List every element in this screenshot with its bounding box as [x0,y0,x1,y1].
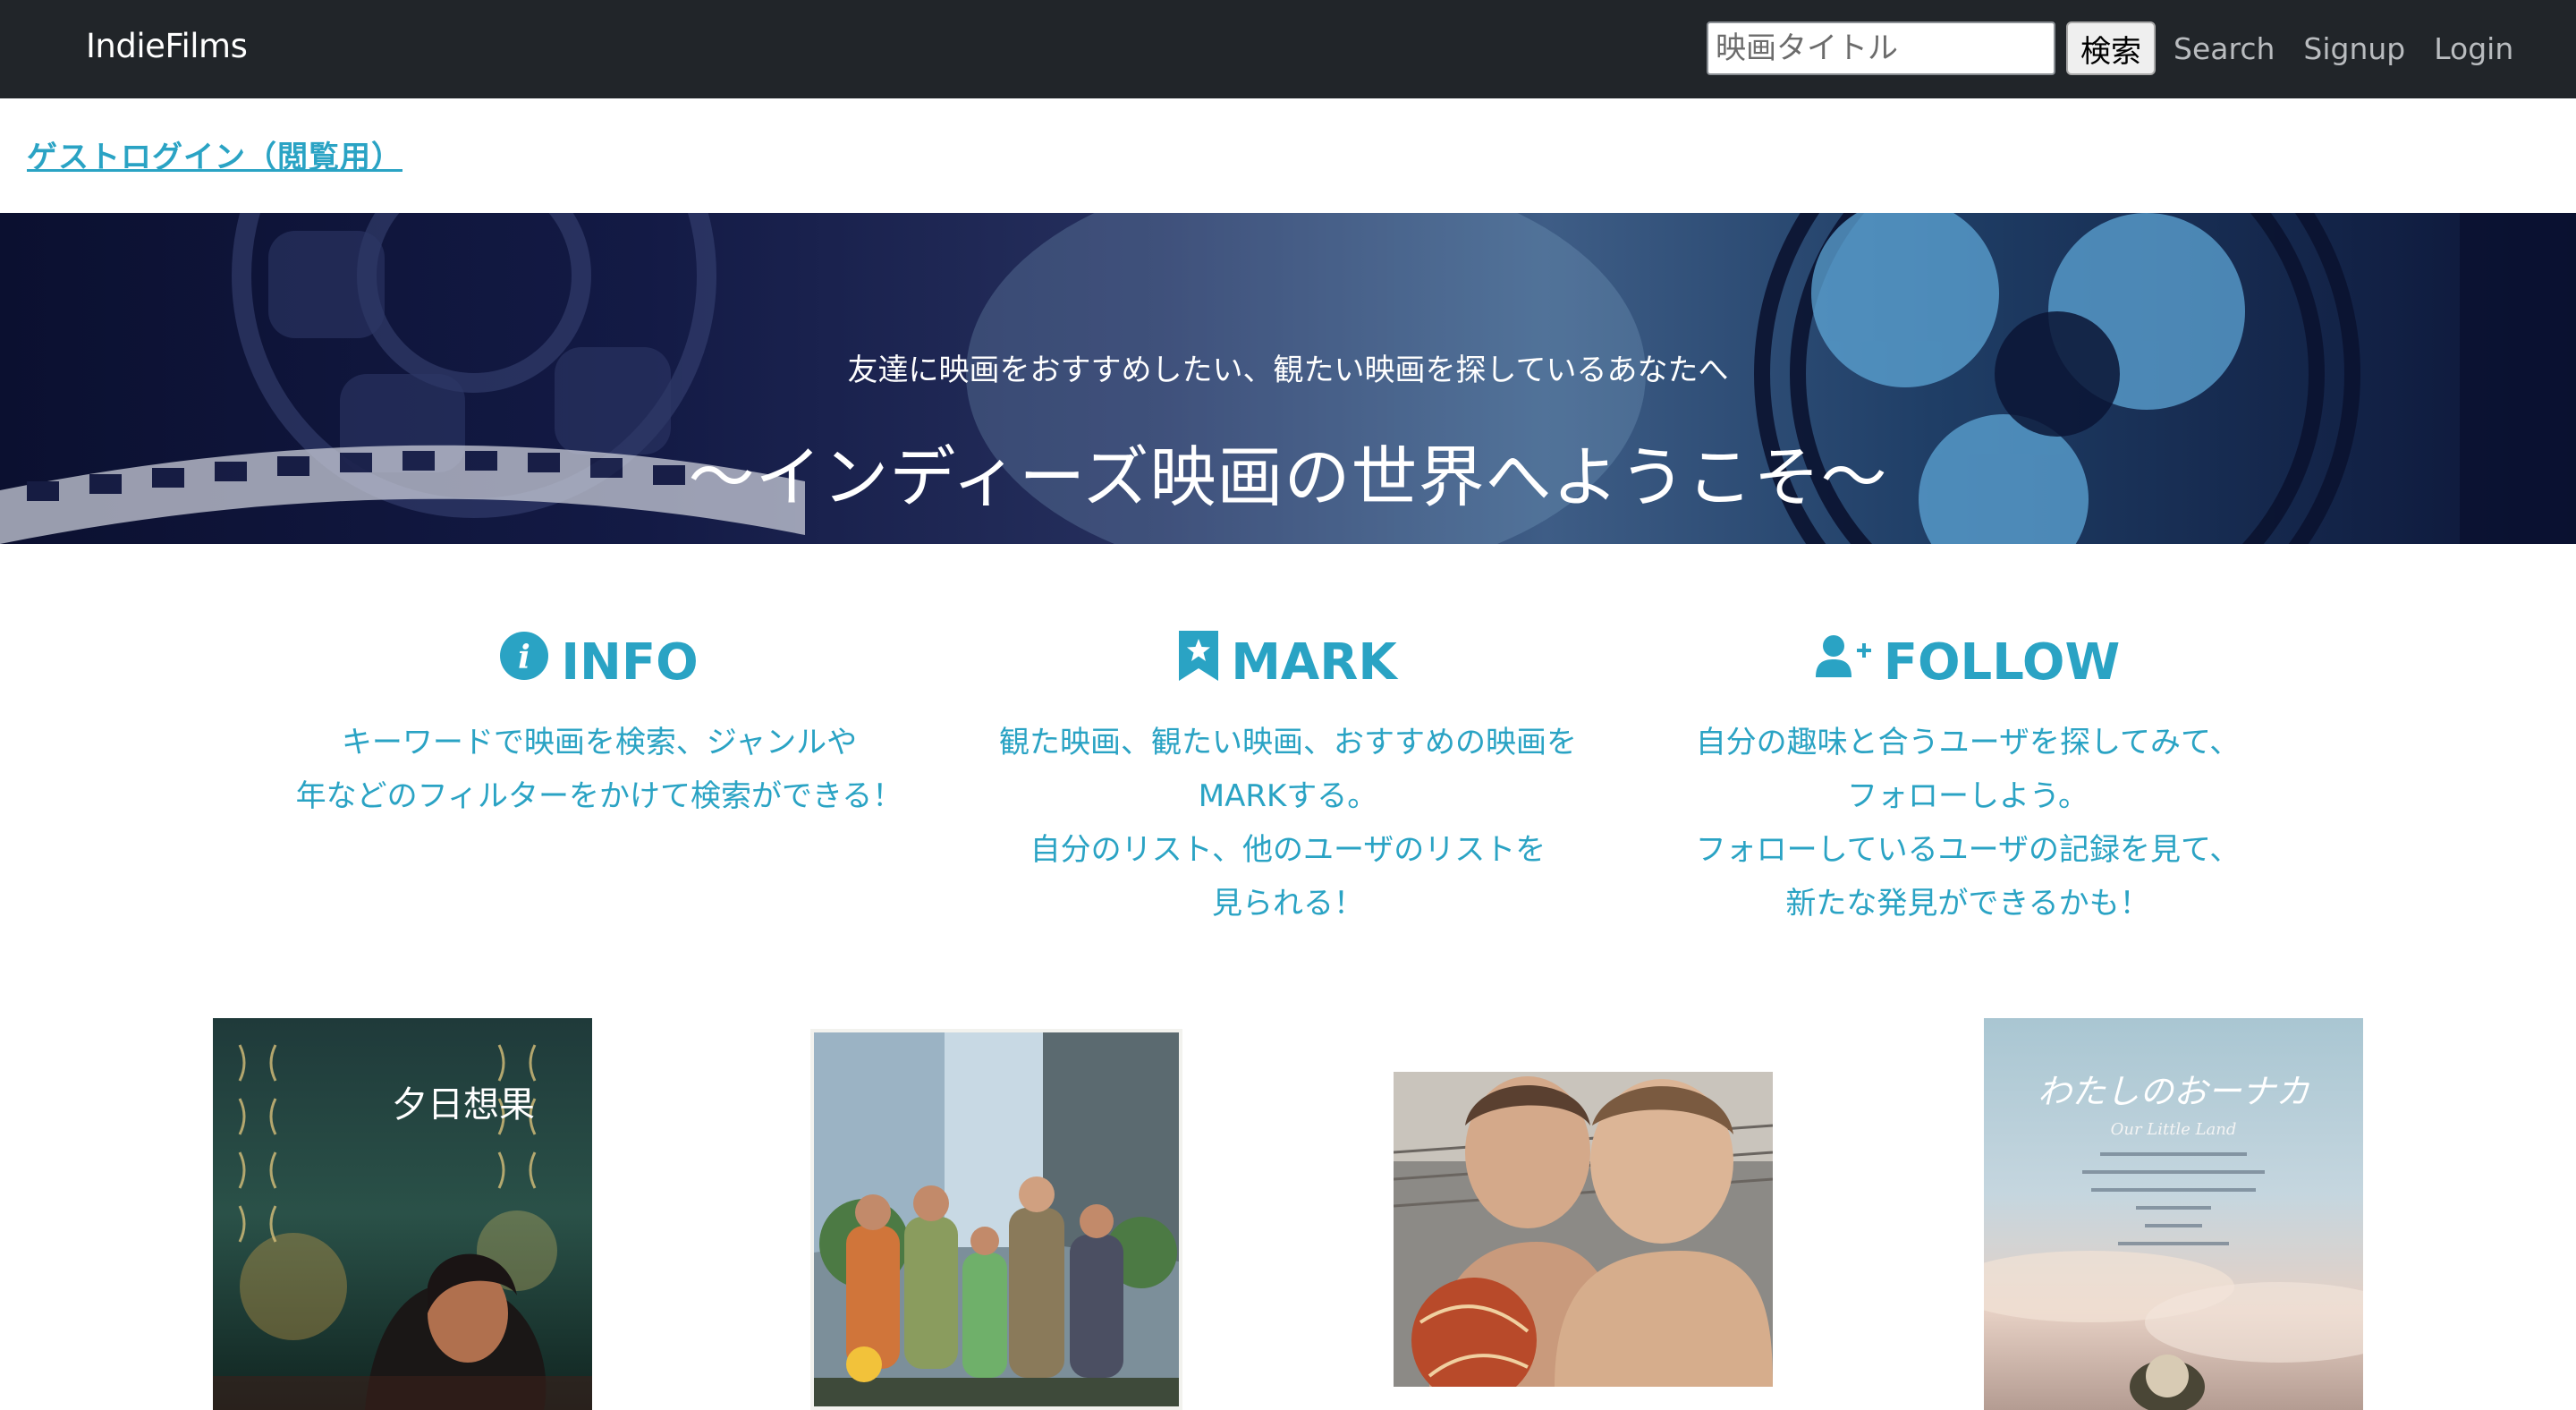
movie-title-search-input[interactable] [1707,21,2055,75]
poster-1-image: 夕日想果 [213,1018,592,1410]
feature-info: i INFO キーワードで映画を検索、ジャンルや 年などのフィルターをかけて検索… [259,626,939,823]
movie-poster-1[interactable]: 夕日想果 [213,1018,592,1410]
person-plus-icon [1815,633,1871,692]
info-circle-icon: i [500,632,549,692]
movie-poster-3[interactable] [1394,1018,1773,1387]
poster-1-title: 夕日想果 [392,1084,535,1125]
guest-login-link[interactable]: ゲストログイン（閲覧用） [27,132,402,176]
top-navbar: IndieFilms 検索 Search Signup Login [0,0,2576,98]
movie-poster-4[interactable]: わたしのおーナカ Our Little Land [1984,1018,2363,1410]
nav-right-group: 検索 Search Signup Login [1707,21,2513,75]
brand-logo[interactable]: IndieFilms [86,27,248,65]
hero-banner: 友達に映画をおすすめしたい、観たい映画を探しているあなたへ 〜インディーズ映画の… [0,213,2576,544]
nav-link-search[interactable]: Search [2174,31,2275,66]
poster-2-image [810,1029,1182,1410]
feature-follow: FOLLOW 自分の趣味と合うユーザを探してみて、 フォローしよう。 フォローし… [1628,626,2308,930]
hero-subtitle: 友達に映画をおすすめしたい、観たい映画を探しているあなたへ [847,352,1729,388]
poster-4-subtitle: Our Little Land [2111,1120,2237,1139]
feature-mark: MARK 観た映画、観たい映画、おすすめの映画を MARKする。 自分のリスト、… [948,626,1628,930]
movie-poster-2[interactable] [810,1029,1182,1410]
nav-link-signup[interactable]: Signup [2303,31,2405,66]
poster-4-title: わたしのおーナカ [2038,1072,2309,1111]
feature-follow-title: FOLLOW [1883,633,2121,692]
feature-follow-description: 自分の趣味と合うユーザを探してみて、 フォローしよう。 フォローしているユーザの… [1695,725,2241,922]
feature-info-description: キーワードで映画を検索、ジャンルや 年などのフィルターをかけて検索ができる！ [295,725,903,814]
feature-mark-title: MARK [1231,633,1397,692]
nav-link-login[interactable]: Login [2434,31,2513,66]
search-submit-button[interactable]: 検索 [2066,21,2156,75]
poster-3-image [1394,1018,1773,1387]
feature-mark-description: 観た映画、観たい映画、おすすめの映画を MARKする。 自分のリスト、他のユーザ… [999,725,1577,922]
hero-title: 〜インディーズ映画の世界へようこそ〜 [688,439,1888,516]
bookmark-star-icon [1179,631,1219,693]
svg-text:i: i [518,639,530,676]
poster-4-image: わたしのおーナカ Our Little Land [1984,1018,2363,1410]
feature-info-title: INFO [561,633,699,692]
